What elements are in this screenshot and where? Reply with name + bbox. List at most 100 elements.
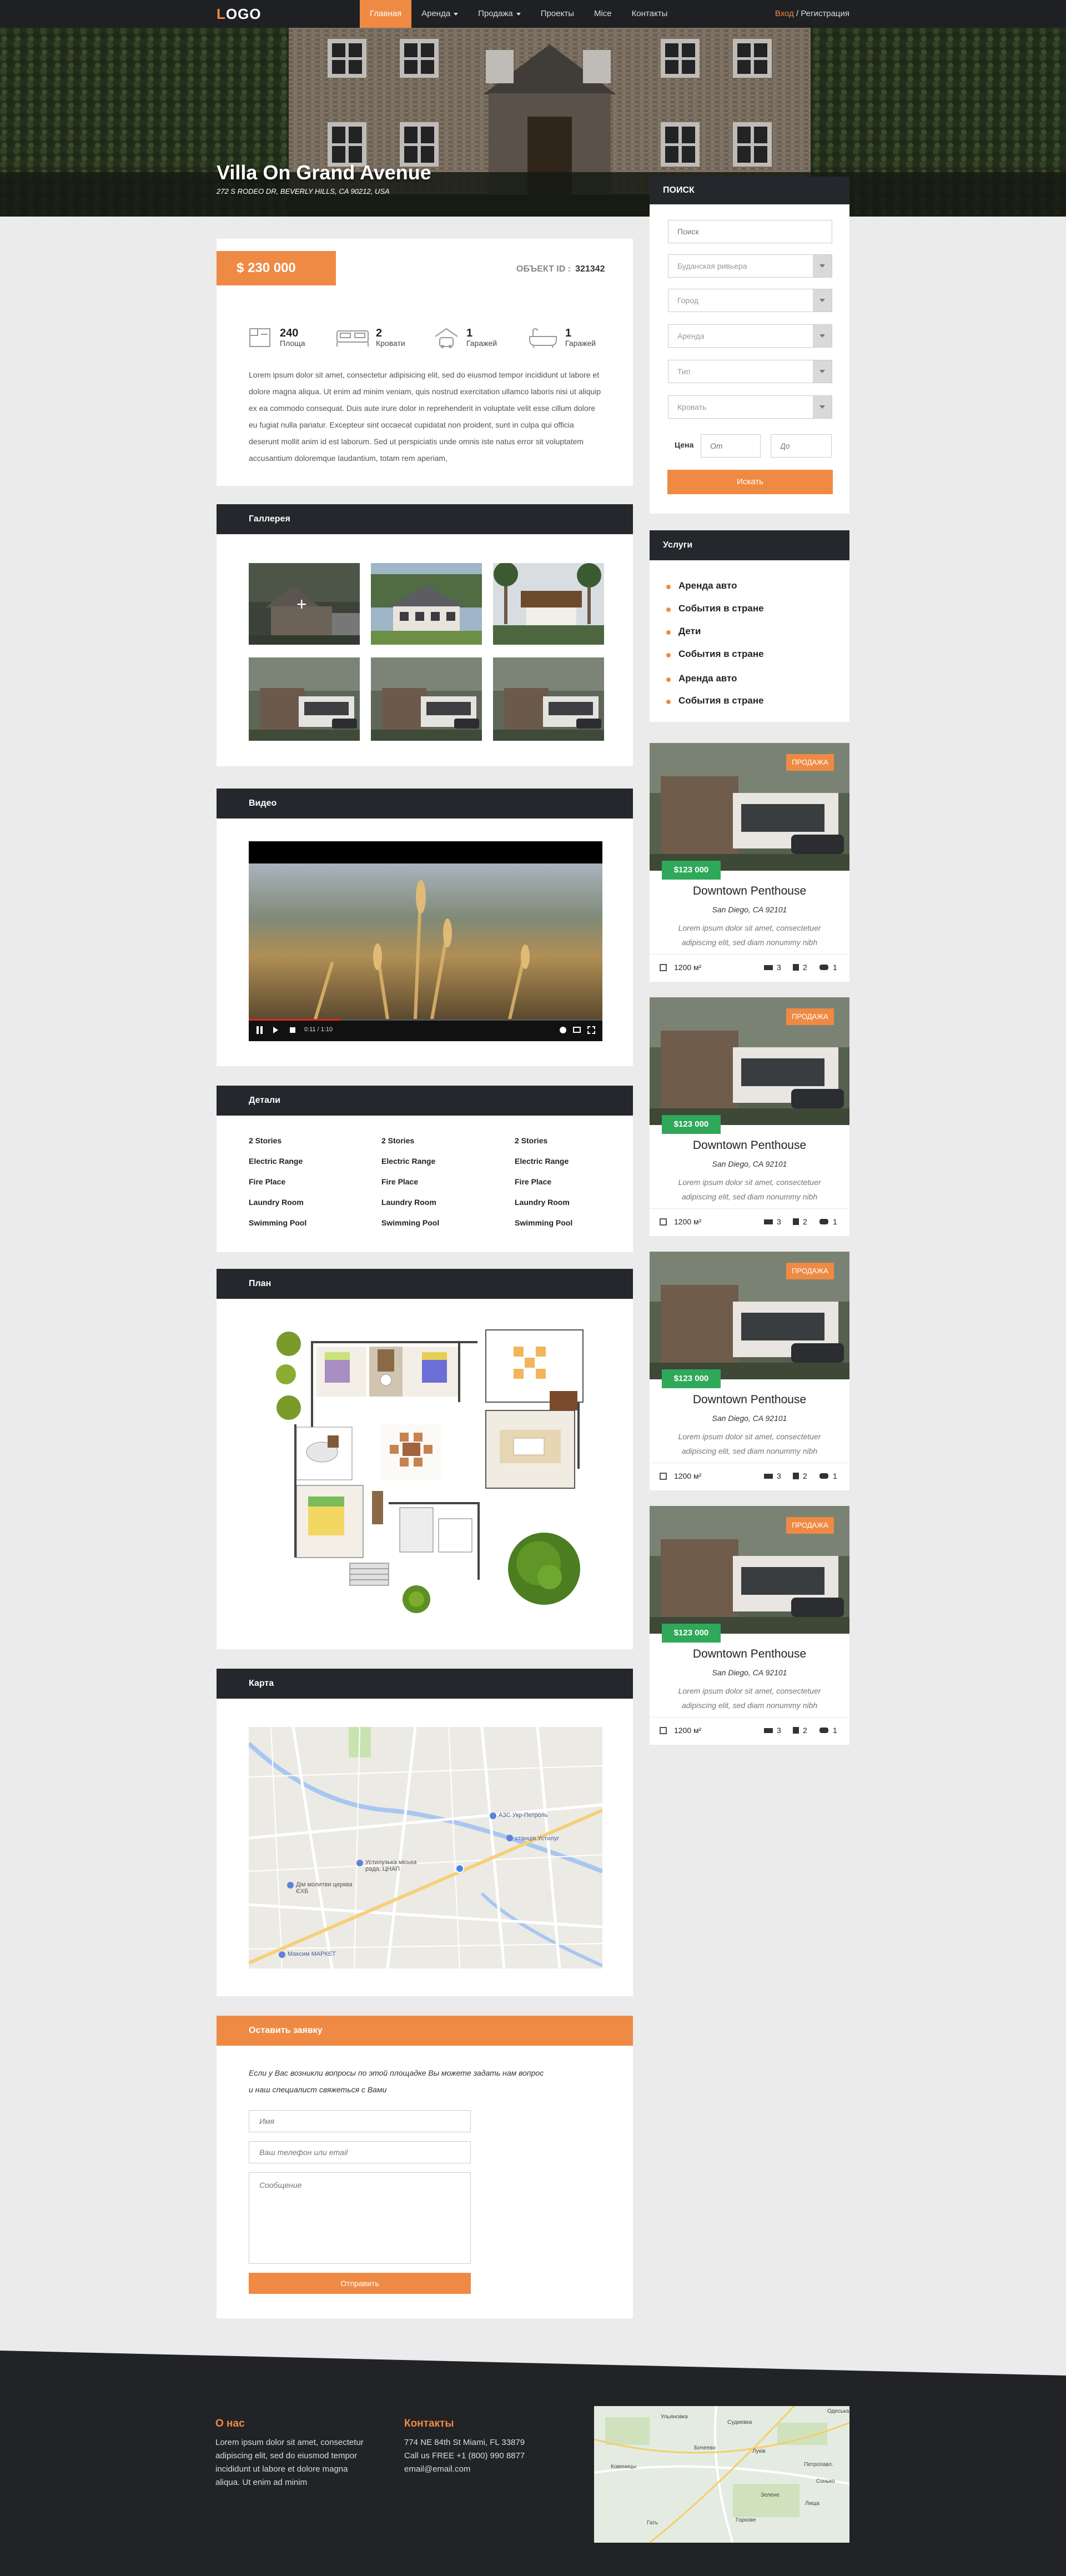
gallery-thumb[interactable] xyxy=(371,657,482,741)
map-heading: Карта xyxy=(217,1669,633,1699)
feature-area: 240 Площа xyxy=(248,327,305,349)
listing-title[interactable]: Downtown Penthouse xyxy=(650,1393,849,1407)
listing-baths: 2 xyxy=(803,1726,807,1735)
area-icon xyxy=(660,1218,667,1226)
property-title: Villa On Grand Avenue xyxy=(217,161,431,184)
video-controls: 0:11 / 1:10 xyxy=(249,1019,602,1041)
service-item[interactable]: События в стране xyxy=(666,649,764,660)
nav-label: Аренда xyxy=(421,9,451,18)
footer-phone[interactable]: Call us FREE +1 (800) 990 8877 xyxy=(404,2449,525,2463)
gallery-thumb[interactable] xyxy=(371,563,482,645)
nav-label: Продажа xyxy=(478,9,513,18)
price-from-input[interactable] xyxy=(701,434,761,458)
listing-title[interactable]: Downtown Penthouse xyxy=(650,1139,849,1152)
detail-item: 2 Stories xyxy=(381,1136,415,1145)
register-link[interactable]: Регистрация xyxy=(801,9,849,18)
listing-address: San Diego, CA 92101 xyxy=(712,1159,787,1168)
login-link[interactable]: Вход xyxy=(775,9,794,18)
message-textarea[interactable] xyxy=(249,2172,471,2264)
request-heading: Оставить заявку xyxy=(217,2016,633,2046)
floor-plan-image xyxy=(261,1324,594,1624)
nav-item-mice[interactable]: Mice xyxy=(584,0,622,28)
listing-beds: 3 xyxy=(777,963,781,972)
listing-area: 1200 м² xyxy=(674,1726,702,1735)
nav-label: Главная xyxy=(370,9,402,18)
logo-accent-letter: L xyxy=(217,6,226,22)
listing-cars: 1 xyxy=(833,1472,837,1480)
listing-address: San Diego, CA 92101 xyxy=(712,905,787,914)
video-player[interactable]: 0:11 / 1:10 xyxy=(249,841,602,1041)
nav-label: Mice xyxy=(594,9,612,18)
detail-item: Electric Range xyxy=(381,1157,436,1166)
video-time: 0:11 / 1:10 xyxy=(304,1026,333,1033)
gallery-image xyxy=(493,657,604,741)
listing-address: San Diego, CA 92101 xyxy=(712,1668,787,1677)
listing-card[interactable]: ПРОДАЖА $123 000 Downtown Penthouse San … xyxy=(650,1506,849,1745)
listing-baths: 2 xyxy=(803,963,807,972)
fullscreen-icon[interactable] xyxy=(587,1026,595,1034)
gallery-thumb[interactable] xyxy=(249,657,360,741)
footer-email[interactable]: email@email.com xyxy=(404,2463,470,2476)
chevron-down-icon xyxy=(813,289,832,312)
bed-icon xyxy=(764,1219,773,1224)
area-icon xyxy=(660,1727,667,1734)
select-value: Тип xyxy=(677,367,691,376)
listing-tag: ПРОДАЖА xyxy=(786,754,834,771)
search-input[interactable] xyxy=(668,220,832,243)
select-deal[interactable]: Аренда xyxy=(668,324,832,348)
logo[interactable]: LOGO xyxy=(217,6,262,23)
gallery-thumb[interactable] xyxy=(493,657,604,741)
select-value: Аренда xyxy=(677,332,705,340)
service-item[interactable]: События в стране xyxy=(666,603,764,614)
select-city[interactable]: Город xyxy=(668,289,832,312)
feature-label: Гаражей xyxy=(565,339,596,348)
next-icon[interactable] xyxy=(273,1027,278,1033)
listing-title[interactable]: Downtown Penthouse xyxy=(650,885,849,898)
volume-icon[interactable] xyxy=(290,1027,295,1033)
listing-card[interactable]: ПРОДАЖА $123 000 Downtown Penthouse San … xyxy=(650,997,849,1236)
nav-item-contacts[interactable]: Контакты xyxy=(622,0,678,28)
map-image xyxy=(249,1727,602,1969)
select-beds[interactable]: Кровать xyxy=(668,395,832,419)
listing-price: $123 000 xyxy=(662,1624,721,1643)
listing-price: $123 000 xyxy=(662,1115,721,1134)
select-region[interactable]: Буданская ривьера xyxy=(668,254,832,278)
nav-item-rent[interactable]: Аренда xyxy=(411,0,468,28)
service-item[interactable]: Аренда авто xyxy=(666,673,737,684)
pause-icon[interactable] xyxy=(257,1026,259,1034)
service-item[interactable]: Аренда авто xyxy=(666,580,737,591)
service-item[interactable]: События в стране xyxy=(666,695,764,706)
search-heading: ПОИСК xyxy=(650,177,849,204)
feature-value: 1 xyxy=(565,327,572,339)
nav-item-home[interactable]: Главная xyxy=(360,0,412,28)
send-button[interactable]: Отправить xyxy=(249,2273,471,2294)
listing-cars: 1 xyxy=(833,963,837,972)
settings-icon[interactable] xyxy=(560,1027,566,1033)
footer-slant xyxy=(0,2351,1066,2376)
footer-map[interactable]: Ульяновка Судиевка Одеська Бочеево Петро… xyxy=(594,2406,849,2543)
nav-item-sale[interactable]: Продажа xyxy=(468,0,531,28)
gallery-thumb[interactable]: + xyxy=(249,563,360,645)
search-button[interactable]: Искать xyxy=(667,470,833,494)
bed-icon xyxy=(764,1474,773,1479)
listing-stats: 1200 м² 3 2 1 xyxy=(650,954,849,982)
footer xyxy=(0,2351,1066,2576)
gallery-thumb[interactable] xyxy=(493,563,604,645)
listing-title[interactable]: Downtown Penthouse xyxy=(650,1648,849,1661)
pause-icon-bar xyxy=(260,1026,263,1034)
map-label: Ковеницы xyxy=(611,2464,637,2470)
detail-item: Fire Place xyxy=(515,1177,552,1186)
listing-tag: ПРОДАЖА xyxy=(786,1517,834,1534)
listing-card[interactable]: ПРОДАЖА $123 000 Downtown Penthouse San … xyxy=(650,743,849,982)
gallery-image xyxy=(493,563,604,645)
contact-input[interactable] xyxy=(249,2141,471,2163)
select-type[interactable]: Тип xyxy=(668,360,832,383)
service-item[interactable]: Дети xyxy=(666,626,701,637)
miniplayer-icon[interactable] xyxy=(573,1027,581,1033)
nav-item-projects[interactable]: Проекты xyxy=(531,0,584,28)
price-to-input[interactable] xyxy=(771,434,832,458)
listing-card[interactable]: ПРОДАЖА $123 000 Downtown Penthouse San … xyxy=(650,1252,849,1490)
map-widget[interactable]: АЗС Укр-Петроль станція Устилуг Устилузь… xyxy=(249,1727,602,1969)
video-progress-track[interactable] xyxy=(249,1019,602,1021)
name-input[interactable] xyxy=(249,2110,471,2132)
